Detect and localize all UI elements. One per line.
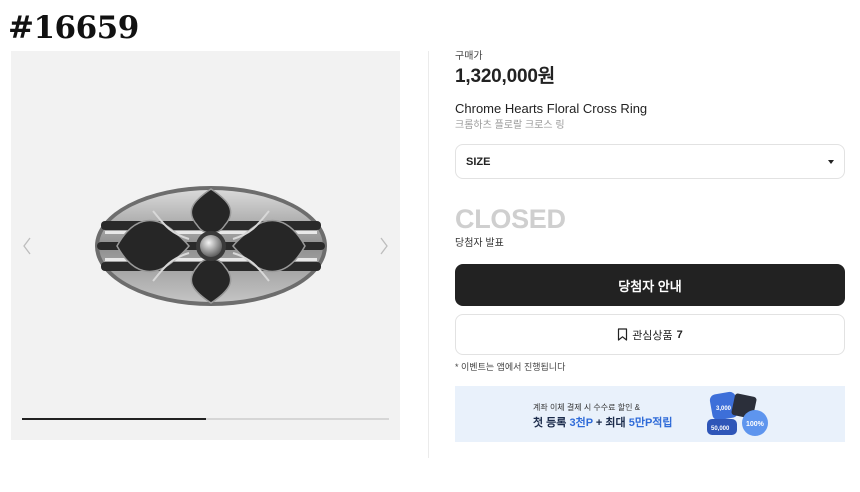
size-select-label: SIZE (466, 155, 491, 168)
product-price: 1,320,000원 (455, 66, 556, 87)
wishlist-button[interactable]: 관심상품 7 (455, 314, 845, 355)
size-select[interactable]: SIZE (455, 144, 845, 179)
chevron-right-icon (380, 237, 388, 255)
price-label: 구매가 (455, 51, 483, 62)
listing-tag: #16659 (8, 10, 139, 46)
promo-points-1: 3천P (569, 417, 593, 429)
chevron-left-icon (23, 237, 31, 255)
promo-banner-title: 첫 등록 3천P + 최대 5만P적립 (533, 414, 673, 430)
product-image (95, 186, 327, 306)
next-image-button[interactable] (374, 233, 394, 259)
status-closed: CLOSED (455, 204, 566, 234)
promo-banner-subtitle: 계좌 이체 결제 시 수수료 할인 & (533, 403, 640, 412)
app-event-note: * 이벤트는 앱에서 진행됩니다 (455, 362, 566, 372)
wishlist-label: 관심상품 (632, 329, 673, 342)
gallery-progress-fill (22, 418, 206, 420)
promo-text-1: 첫 등록 (533, 417, 570, 429)
promo-illustration: 3,000 50,000 100% (707, 391, 768, 436)
winner-announcement-label: 당첨자 발표 (455, 238, 504, 249)
promo-points-2: 5만P적립 (628, 417, 673, 429)
promo-banner[interactable]: 계좌 이체 결제 시 수수료 할인 & 첫 등록 3천P + 최대 5만P적립 … (455, 386, 845, 442)
wishlist-count: 7 (676, 328, 683, 341)
column-divider (428, 51, 429, 458)
bookmark-icon (618, 328, 628, 341)
promo-badge-1: 3,000 (716, 406, 732, 412)
promo-badge-2: 50,000 (711, 426, 730, 432)
promo-badge-3: 100% (746, 421, 765, 428)
product-info-panel: 구매가 1,320,000원 Chrome Hearts Floral Cros… (455, 51, 845, 442)
prev-image-button[interactable] (17, 233, 37, 259)
product-name-ko: 크롬하츠 플로랄 크로스 링 (455, 120, 565, 131)
promo-text-2: + 최대 (592, 417, 629, 429)
product-gallery[interactable] (11, 51, 400, 440)
caret-down-icon (828, 159, 834, 164)
winner-info-button[interactable]: 당첨자 안내 (455, 264, 845, 306)
gallery-progress-track (22, 418, 389, 420)
product-name-en: Chrome Hearts Floral Cross Ring (455, 101, 648, 116)
